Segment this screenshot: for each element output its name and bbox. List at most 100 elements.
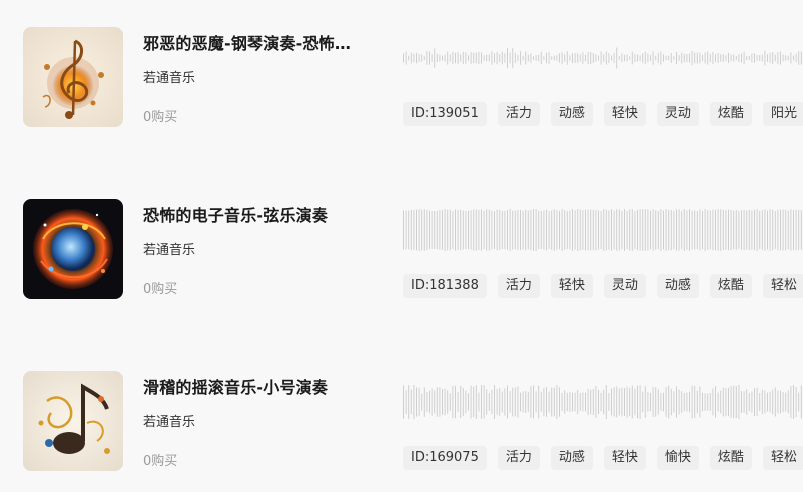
mood-tag[interactable]: 活力 <box>497 102 540 126</box>
waveform-bar <box>512 48 514 68</box>
track-title[interactable]: 恐怖的电子音乐-弦乐演奏 <box>143 202 363 226</box>
mood-tag[interactable]: 轻快 <box>603 102 646 126</box>
waveform-bar <box>470 210 472 250</box>
mood-tag[interactable]: 炫酷 <box>709 446 752 470</box>
waveform-bar <box>533 385 534 419</box>
waveform-bar <box>439 54 441 62</box>
waveform-bar <box>491 390 493 414</box>
waveform-bar <box>527 391 529 413</box>
waveform-bar <box>421 54 423 62</box>
mood-tag[interactable]: 活力 <box>497 274 540 298</box>
mood-tag[interactable]: 轻快 <box>550 274 593 298</box>
waveform-bar <box>735 386 737 418</box>
waveform-bar <box>754 209 755 251</box>
waveform-bar <box>548 391 550 413</box>
waveform-bar <box>546 387 547 417</box>
waveform-bar <box>715 54 716 62</box>
waveform-bar <box>416 52 417 64</box>
waveform-bar <box>761 389 763 415</box>
waveform-bar <box>501 210 503 250</box>
mood-tag[interactable]: 灵动 <box>603 274 646 298</box>
track-item[interactable]: 邪恶的恶魔-钢琴演奏-恐怖音乐 若通音乐 0购买 ID:139051 活力 动感 轻快… <box>0 27 803 137</box>
waveform-bar <box>733 385 735 419</box>
mood-tag[interactable]: 活力 <box>497 446 540 470</box>
waveform-bar <box>715 209 716 251</box>
waveform-bar <box>488 209 490 251</box>
track-artist[interactable]: 若通音乐 <box>143 67 195 86</box>
waveform-bar <box>774 211 776 249</box>
waveform-bar <box>769 391 771 413</box>
track-item[interactable]: 滑稽的摇滚音乐-小号演奏 若通音乐 0购买 ID:169075 活力 动感 轻快 愉快炫… <box>0 371 803 481</box>
mood-tag[interactable]: 动感 <box>656 274 699 298</box>
mood-tag[interactable]: 动感 <box>550 446 593 470</box>
waveform-bar <box>722 54 724 62</box>
track-title[interactable]: 邪恶的恶魔-钢琴演奏-恐怖音乐 <box>143 30 363 54</box>
waveform-bar <box>772 209 774 251</box>
track-title[interactable]: 滑稽的摇滚音乐-小号演奏 <box>143 374 363 398</box>
waveform-bar <box>564 54 566 62</box>
waveform-bar <box>405 51 407 65</box>
waveform-bar <box>800 51 802 65</box>
track-artist[interactable]: 若通音乐 <box>143 239 195 258</box>
waveform-bar <box>486 54 488 62</box>
mood-tag[interactable]: 阳光 <box>762 102 803 126</box>
waveform-bar <box>418 209 420 251</box>
waveform-bar <box>725 210 727 250</box>
waveform-bar <box>499 209 501 251</box>
track-item[interactable]: 恐怖的电子音乐-弦乐演奏 若通音乐 0购买 ID:181388 活力 轻快 灵动 动感炫… <box>0 199 803 309</box>
waveform-bar <box>608 392 610 411</box>
purchase-count: 0购买 <box>143 282 178 297</box>
waveform-bar <box>717 52 719 64</box>
mood-tag[interactable]: 轻快 <box>603 446 646 470</box>
waveform-bar <box>691 210 693 250</box>
waveform[interactable] <box>403 385 803 419</box>
waveform-bar <box>655 55 657 61</box>
waveform-bar <box>733 210 735 250</box>
waveform-bar <box>626 210 628 250</box>
mood-tag[interactable]: 轻松 <box>762 274 803 298</box>
waveform-bar <box>782 391 784 413</box>
waveform-bar <box>579 54 581 62</box>
waveform-bar <box>421 209 423 251</box>
waveform[interactable] <box>403 209 803 251</box>
waveform-bar <box>741 391 742 413</box>
waveform-bar <box>530 53 532 63</box>
waveform-bar <box>743 209 745 251</box>
waveform-bar <box>668 385 670 419</box>
waveform-bar <box>689 209 690 251</box>
waveform-bar <box>507 385 508 419</box>
waveform-bar <box>566 51 568 65</box>
waveform-bar <box>751 53 753 63</box>
waveform-bar <box>556 210 558 250</box>
waveform-bar <box>715 386 716 418</box>
mood-tag[interactable]: 灵动 <box>656 102 699 126</box>
waveform-bar <box>577 389 579 415</box>
waveform-bar <box>642 391 644 413</box>
waveform-bar <box>650 210 651 250</box>
waveform-bar <box>507 47 508 69</box>
waveform-bar <box>561 52 563 64</box>
track-artist[interactable]: 若通音乐 <box>143 411 195 430</box>
waveform-bar <box>761 54 763 62</box>
mood-tag[interactable]: 炫酷 <box>709 274 752 298</box>
mood-tag[interactable]: 炫酷 <box>709 102 752 126</box>
waveform-bar <box>538 54 540 62</box>
mood-tag[interactable]: 愉快 <box>656 446 699 470</box>
album-cover-image[interactable] <box>23 371 123 471</box>
waveform-bar <box>611 209 612 251</box>
waveform-bar <box>717 392 719 412</box>
waveform-bar <box>777 52 779 64</box>
mood-tag[interactable]: 轻松 <box>762 446 803 470</box>
waveform-bar <box>491 210 493 250</box>
album-cover-image[interactable] <box>23 27 123 127</box>
waveform[interactable] <box>403 41 803 75</box>
waveform-bar <box>486 209 488 251</box>
waveform-bar <box>644 386 646 418</box>
waveform-bar <box>595 209 597 251</box>
purchase-count: 0购买 <box>143 110 178 125</box>
waveform-bar <box>540 51 542 65</box>
album-cover-image[interactable] <box>23 199 123 299</box>
mood-tag[interactable]: 动感 <box>550 102 593 126</box>
waveform-bar <box>423 56 425 60</box>
waveform-bar <box>774 54 776 62</box>
